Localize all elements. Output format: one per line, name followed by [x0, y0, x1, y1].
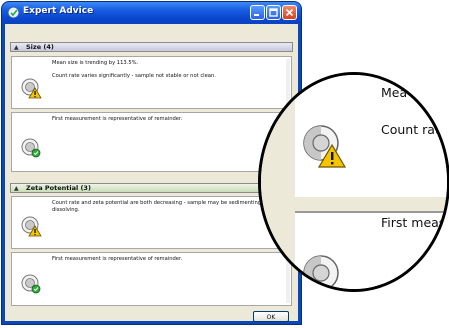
expert-advice-icon: [7, 6, 20, 19]
magnified-text-first-measurement: First meas: [381, 215, 446, 230]
advice-item: Count rate and zeta potential are both d…: [11, 196, 292, 249]
group-title: Zeta Potential (3): [26, 184, 91, 192]
warning-gauge-icon: [21, 216, 42, 237]
ok-gauge-icon: [21, 138, 41, 158]
collapse-arrow-icon[interactable]: ▲: [14, 44, 19, 51]
group-header-zeta-potential[interactable]: ▲ Zeta Potential (3): [10, 183, 293, 193]
close-icon: [285, 8, 294, 17]
title-bar[interactable]: Expert Advice: [2, 2, 301, 24]
advice-message: Count rate varies significantly - sample…: [52, 73, 216, 79]
magnified-background: [261, 75, 295, 289]
advice-message: Count rate and zeta potential are both d…: [52, 200, 269, 213]
warning-gauge-icon: [21, 78, 42, 99]
magnified-warning-gauge-icon: [303, 125, 347, 168]
minimize-button[interactable]: [250, 5, 265, 20]
advice-message: First measurement is representative of r…: [52, 256, 183, 262]
magnified-text-count-rate: Count rat: [381, 122, 440, 137]
advice-item: First measurement is representative of r…: [11, 252, 292, 306]
advice-item: Mean size is trending by 113.5%. Count r…: [11, 56, 292, 109]
group-header-size[interactable]: ▲ Size (4): [10, 42, 293, 52]
window-title: Expert Advice: [23, 6, 94, 16]
collapse-arrow-icon[interactable]: ▲: [14, 185, 19, 192]
magnified-ok-gauge-icon: [303, 255, 339, 289]
magnified-text-top: Mea: [381, 85, 408, 100]
close-button[interactable]: [282, 5, 297, 20]
group-title: Size (4): [26, 43, 54, 51]
minimize-icon: [254, 14, 259, 16]
magnifier-callout: Mea Count rat First meas: [258, 72, 449, 292]
expert-advice-window: Expert Advice ▲ Size (4) Mean size is tr…: [2, 2, 301, 324]
ok-button[interactable]: OK: [253, 311, 289, 322]
magnified-gap: [295, 197, 447, 211]
maximize-button[interactable]: [266, 5, 281, 20]
maximize-icon: [269, 8, 278, 17]
window-client: ▲ Size (4) Mean size is trending by 113.…: [5, 24, 298, 322]
advice-item: First measurement is representative of r…: [11, 112, 292, 172]
advice-message: First measurement is representative of r…: [52, 116, 183, 122]
advice-message: Mean size is trending by 113.5%.: [52, 60, 139, 66]
ok-gauge-icon: [21, 274, 41, 294]
